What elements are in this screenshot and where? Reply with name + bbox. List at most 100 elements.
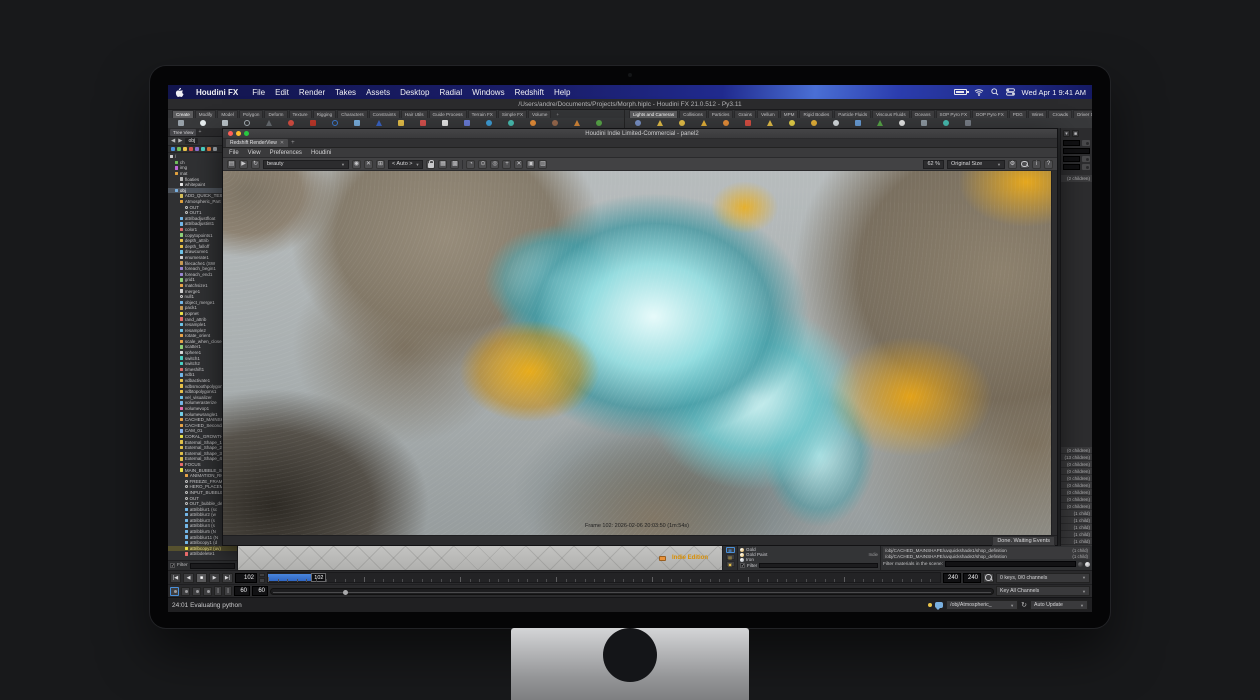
tree-path[interactable]: obj: [185, 138, 198, 144]
checker-background-icon[interactable]: ▩: [450, 160, 459, 169]
menu-render[interactable]: Render: [294, 88, 330, 97]
filter-checkbox[interactable]: ✓: [170, 563, 175, 568]
shelf-tool-icon[interactable]: [286, 119, 295, 128]
loop-mode-icon[interactable]: [192, 587, 201, 596]
param-field[interactable]: [1063, 148, 1090, 154]
minimize-window-button[interactable]: [236, 131, 241, 136]
tree-children-count[interactable]: (0 children): [1061, 503, 1092, 509]
restart-render-icon[interactable]: ↻: [251, 160, 260, 169]
tree-children-count[interactable]: (0 children): [1061, 461, 1092, 467]
timeline-ruler[interactable]: 102: [267, 572, 941, 583]
renderview-menu-file[interactable]: File: [229, 150, 239, 156]
range-lock-right-icon[interactable]: |: [224, 586, 232, 596]
add-tab-button[interactable]: +: [198, 129, 201, 135]
shelf-tool-icon[interactable]: [572, 119, 581, 128]
redshift-badge-icon[interactable]: ◉: [352, 160, 361, 169]
shelf-tab-deform[interactable]: Deform: [264, 110, 287, 118]
shelf-tab-guide-process[interactable]: Guide Process: [429, 110, 467, 118]
magnifier-icon[interactable]: [1020, 160, 1029, 169]
menu-desktop[interactable]: Desktop: [395, 88, 434, 97]
shelf-tool-icon[interactable]: [875, 119, 884, 128]
panel-pin-icon[interactable]: ■: [1072, 130, 1079, 137]
tree-children-count[interactable]: (1 child): [1061, 524, 1092, 530]
close-tab-icon[interactable]: ✕: [280, 140, 284, 146]
shelf-tool-icon[interactable]: [506, 119, 515, 128]
fit-view-icon[interactable]: +: [502, 160, 511, 169]
panel-menu-icon[interactable]: ▾: [1063, 130, 1070, 137]
shelf-tool-icon[interactable]: [330, 119, 339, 128]
snapshot-icon[interactable]: ▤: [227, 160, 236, 169]
realtime-toggle-icon[interactable]: [170, 587, 179, 596]
shelf-tool-icon[interactable]: [963, 119, 972, 128]
shelf-tab-particle-fluids[interactable]: Particle Fluids: [834, 110, 871, 118]
clock-icon[interactable]: ◔: [466, 160, 475, 169]
network-editor-strip[interactable]: Indie Edition: [238, 546, 722, 570]
tree-children-count[interactable]: (0 children): [1061, 447, 1092, 453]
shelf-tool-icon[interactable]: [352, 119, 361, 128]
info-icon[interactable]: i: [1032, 160, 1041, 169]
shelf-tool-icon[interactable]: [853, 119, 862, 128]
clear-icon[interactable]: ✕: [364, 160, 373, 169]
jump-to-end-button[interactable]: ▶|: [222, 573, 233, 583]
shelf-tab-driver-simulation[interactable]: Driver Simulation: [1073, 110, 1092, 118]
shelf-tool-icon[interactable]: [787, 119, 796, 128]
wifi-icon[interactable]: [974, 88, 984, 96]
nav-back-icon[interactable]: ◀: [171, 138, 175, 144]
shelf-tool-icon[interactable]: [919, 119, 928, 128]
shelf-tab-texture[interactable]: Texture: [289, 110, 312, 118]
shelf-tab-particles[interactable]: Particles: [708, 110, 734, 118]
shelf-tab-characters[interactable]: Characters: [337, 110, 367, 118]
shelf-tool-icon[interactable]: [528, 119, 537, 128]
frame-step-buttons[interactable]: [259, 573, 265, 583]
filter-input[interactable]: [190, 563, 235, 569]
shelf-tool-icon[interactable]: [264, 119, 273, 128]
shelf-tool-icon[interactable]: [242, 119, 251, 128]
range-slider[interactable]: [270, 588, 994, 595]
tree-children-count[interactable]: (1 child): [1061, 531, 1092, 537]
shop-definition-row[interactable]: /obj/CACHED_MAINSHAPE/uvquickshade1/shop…: [883, 547, 1090, 553]
shelf-tool-icon[interactable]: [721, 119, 730, 128]
end-frame-field-2[interactable]: 240: [963, 573, 981, 583]
tree-children-count[interactable]: (0 children): [1061, 496, 1092, 502]
close-region-icon[interactable]: ✕: [514, 160, 523, 169]
shelf-tab-crowds[interactable]: Crowds: [1048, 110, 1072, 118]
auto-mode-dropdown[interactable]: < Auto > ▼: [388, 160, 423, 169]
grid-icon[interactable]: ▦: [438, 160, 447, 169]
app-menu-title[interactable]: Houdini FX: [191, 88, 243, 97]
close-window-button[interactable]: [228, 131, 233, 136]
snapshot-gallery-icon[interactable]: ▥: [538, 160, 547, 169]
image-size-dropdown[interactable]: Original Size ▼: [947, 160, 1005, 169]
rendered-image[interactable]: Frame 102: 2026-02-06 20:03:50 (1m:54s): [223, 171, 1051, 535]
crop-region-icon[interactable]: ⊞: [376, 160, 385, 169]
layout-single-button[interactable]: ▣: [726, 561, 735, 567]
tree-children-count[interactable]: (0 children): [1061, 475, 1092, 481]
focus-target-icon[interactable]: ◎: [490, 160, 499, 169]
tree-children-count[interactable]: (1 child): [1061, 538, 1092, 544]
start-render-icon[interactable]: ▶: [239, 160, 248, 169]
tab-redshift-renderview[interactable]: Redshift RenderView ✕: [226, 139, 288, 147]
tree-node[interactable]: attribdelete1: [168, 551, 237, 557]
camera-icon[interactable]: [1082, 156, 1090, 162]
audio-toggle-icon[interactable]: [181, 587, 190, 596]
nav-forward-icon[interactable]: ▶: [178, 138, 182, 144]
layout-split-button[interactable]: ▤: [726, 554, 735, 560]
zoom-level-field[interactable]: 62 %: [923, 160, 944, 169]
shelf-tab-mpm[interactable]: MPM: [780, 110, 799, 118]
shelf-tool-icon[interactable]: [374, 119, 383, 128]
tree-filter-type-icon[interactable]: [195, 147, 199, 151]
shelf-tool-icon[interactable]: [655, 119, 664, 128]
shelf-tab-modify[interactable]: Modify: [195, 110, 217, 118]
shelf-tool-icon[interactable]: [809, 119, 818, 128]
shelf-tab-polygon[interactable]: Polygon: [239, 110, 264, 118]
gear-icon[interactable]: ⚙: [1008, 160, 1017, 169]
shelf-tab-pdg[interactable]: PDG: [1009, 110, 1027, 118]
spotlight-search-icon[interactable]: [991, 88, 999, 96]
shelf-tab-dop-pyro-fx[interactable]: DOP Pyro FX: [972, 110, 1008, 118]
shelf-tool-icon[interactable]: [699, 119, 708, 128]
shelf-tab-hair-utils[interactable]: Hair Utils: [401, 110, 428, 118]
sample-point-icon[interactable]: ⊙: [478, 160, 487, 169]
menu-radial[interactable]: Radial: [434, 88, 467, 97]
stop-button[interactable]: ■: [196, 573, 207, 583]
shelf-tool-icon[interactable]: [176, 119, 185, 128]
tree-children-count[interactable]: (0 children): [1061, 482, 1092, 488]
